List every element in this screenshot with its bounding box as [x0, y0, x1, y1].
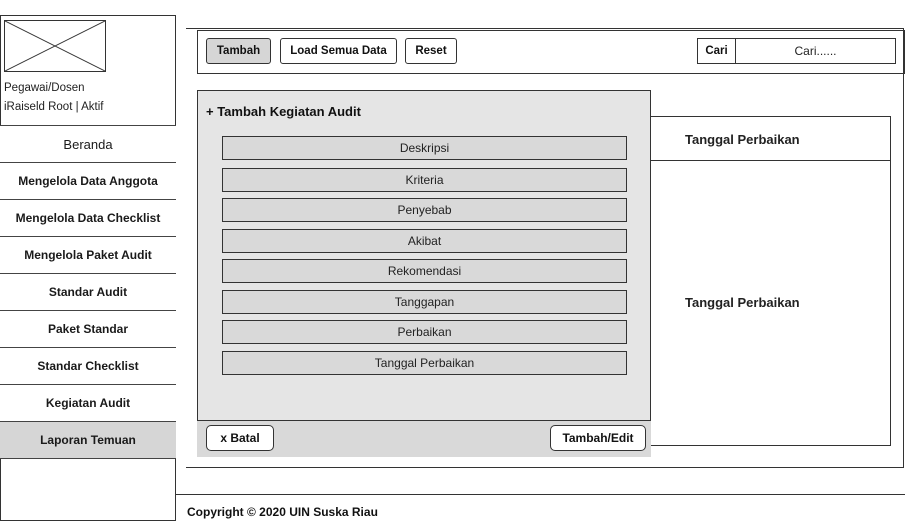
search-box: Cari	[697, 38, 896, 64]
reset-button[interactable]: Reset	[405, 38, 457, 64]
field-perbaikan[interactable]: Perbaikan	[222, 320, 627, 344]
add-button[interactable]: Tambah	[206, 38, 271, 64]
logo-placeholder-icon	[4, 20, 106, 72]
right-panel-divider	[651, 160, 891, 161]
load-all-data-button[interactable]: Load Semua Data	[280, 38, 397, 64]
cancel-button[interactable]: x Batal	[206, 425, 274, 451]
field-tanggal-perbaikan[interactable]: Tanggal Perbaikan	[222, 351, 627, 375]
right-panel-value: Tanggal Perbaikan	[685, 295, 800, 310]
field-rekomendasi[interactable]: Rekomendasi	[222, 259, 627, 283]
sidebar-item-mengelola-data-anggota[interactable]: Mengelola Data Anggota	[0, 162, 176, 199]
submit-button[interactable]: Tambah/Edit	[550, 425, 646, 451]
sidebar-item-beranda[interactable]: Beranda	[0, 125, 176, 162]
copyright-text: Copyright © 2020 UIN Suska Riau	[187, 505, 378, 519]
sidebar-item-laporan-temuan[interactable]: Laporan Temuan	[0, 421, 176, 458]
dialog-title: + Tambah Kegiatan Audit	[206, 104, 361, 119]
sidebar-item-standar-checklist[interactable]: Standar Checklist	[0, 347, 176, 384]
sidebar-divider	[0, 458, 176, 459]
search-button[interactable]: Cari	[698, 39, 736, 63]
search-input[interactable]	[736, 39, 895, 63]
user-status: iRaiseld Root | Aktif	[4, 101, 104, 113]
field-akibat[interactable]: Akibat	[222, 229, 627, 253]
right-panel-header: Tanggal Perbaikan	[685, 132, 800, 147]
sidebar-item-kegiatan-audit[interactable]: Kegiatan Audit	[0, 384, 176, 421]
field-kriteria[interactable]: Kriteria	[222, 168, 627, 192]
sidebar-item-mengelola-data-checklist[interactable]: Mengelola Data Checklist	[0, 199, 176, 236]
user-role: Pegawai/Dosen	[4, 82, 85, 94]
field-deskripsi[interactable]: Deskripsi	[222, 136, 627, 160]
sidebar-item-paket-standar[interactable]: Paket Standar	[0, 310, 176, 347]
footer-divider	[176, 494, 905, 495]
sidebar-item-mengelola-paket-audit[interactable]: Mengelola Paket Audit	[0, 236, 176, 273]
field-penyebab[interactable]: Penyebab	[222, 198, 627, 222]
right-panel	[651, 116, 891, 446]
sidebar-item-standar-audit[interactable]: Standar Audit	[0, 273, 176, 310]
field-tanggapan[interactable]: Tanggapan	[222, 290, 627, 314]
